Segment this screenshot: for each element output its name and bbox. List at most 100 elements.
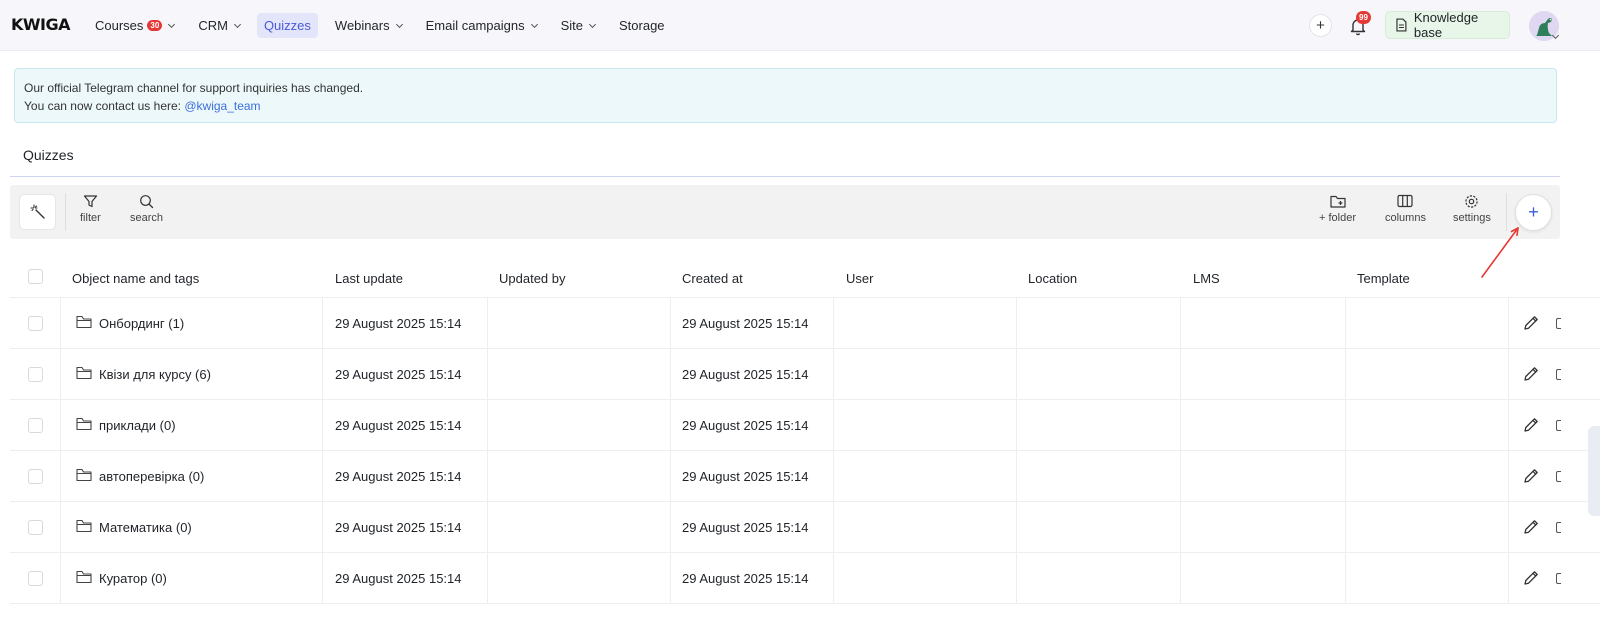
- cell-divider: [487, 298, 488, 349]
- knowledge-base-button[interactable]: Knowledge base: [1385, 10, 1510, 40]
- cell-divider: [1016, 502, 1017, 553]
- cell-divider: [1345, 349, 1346, 400]
- nav-crm[interactable]: CRM: [191, 13, 247, 38]
- column-header-last-update[interactable]: Last update: [335, 271, 403, 286]
- cell-divider: [487, 553, 488, 604]
- telegram-link[interactable]: @kwiga_team: [184, 99, 260, 113]
- column-header-created-at[interactable]: Created at: [682, 271, 743, 286]
- cell-divider: [1016, 451, 1017, 502]
- row-name[interactable]: Онбординг (1): [99, 316, 184, 331]
- edit-pencil-icon[interactable]: [1522, 467, 1540, 485]
- columns-button[interactable]: columns: [1385, 194, 1426, 224]
- chevron-down-icon: [395, 20, 403, 28]
- edit-pencil-icon[interactable]: [1522, 569, 1540, 587]
- nav-site[interactable]: Site: [554, 13, 602, 38]
- row-more-icon[interactable]: [1556, 369, 1561, 380]
- side-panel-handle[interactable]: [1588, 426, 1600, 516]
- edit-pencil-icon[interactable]: [1522, 365, 1540, 383]
- cell-divider: [1180, 400, 1181, 451]
- folder-icon: [76, 366, 92, 380]
- document-icon: [1396, 18, 1407, 32]
- row-checkbox[interactable]: [28, 367, 43, 382]
- cell-divider: [1508, 451, 1509, 502]
- row-checkbox[interactable]: [28, 418, 43, 433]
- cell-divider: [60, 349, 61, 400]
- edit-pencil-icon[interactable]: [1522, 518, 1540, 536]
- gear-icon: [1465, 195, 1479, 208]
- add-folder-button[interactable]: + folder: [1319, 194, 1356, 224]
- row-name[interactable]: Математика (0): [99, 520, 192, 535]
- kwiga-logo[interactable]: KWIGA: [11, 15, 71, 34]
- table-row[interactable]: автоперевірка (0) 29 August 2025 15:14 2…: [10, 451, 1600, 502]
- row-more-icon[interactable]: [1556, 420, 1561, 431]
- search-button[interactable]: search: [130, 194, 163, 224]
- cell-divider: [322, 349, 323, 400]
- row-checkbox[interactable]: [28, 316, 43, 331]
- filter-button[interactable]: filter: [80, 194, 101, 224]
- cell-divider: [1345, 298, 1346, 349]
- edit-pencil-icon[interactable]: [1522, 416, 1540, 434]
- cell-divider: [322, 553, 323, 604]
- row-more-icon[interactable]: [1556, 471, 1561, 482]
- row-more-icon[interactable]: [1556, 318, 1561, 329]
- column-header-user[interactable]: User: [846, 271, 873, 286]
- folder-plus-icon: [1329, 195, 1346, 208]
- column-header-template[interactable]: Template: [1357, 271, 1410, 286]
- edit-pencil-icon[interactable]: [1522, 314, 1540, 332]
- row-name[interactable]: Куратор (0): [99, 571, 167, 586]
- table-row[interactable]: Квізи для курсу (6) 29 August 2025 15:14…: [10, 349, 1600, 400]
- row-more-icon[interactable]: [1556, 573, 1561, 584]
- cell-divider: [1016, 298, 1017, 349]
- filter-label: filter: [80, 212, 101, 224]
- cell-divider: [670, 400, 671, 451]
- cell-divider: [1508, 298, 1509, 349]
- filter-icon: [83, 195, 97, 208]
- row-last-update: 29 August 2025 15:14: [335, 571, 462, 586]
- table-toolbar: filter search + folder columns settings: [10, 185, 1560, 239]
- row-created-at: 29 August 2025 15:14: [682, 367, 809, 382]
- cell-divider: [322, 451, 323, 502]
- cell-divider: [1508, 502, 1509, 553]
- cell-divider: [670, 502, 671, 553]
- chevron-down-icon: [168, 20, 176, 28]
- column-header-updated-by[interactable]: Updated by: [499, 271, 566, 286]
- row-last-update: 29 August 2025 15:14: [335, 469, 462, 484]
- table-row[interactable]: Математика (0) 29 August 2025 15:14 29 A…: [10, 502, 1600, 553]
- columns-label: columns: [1385, 212, 1426, 224]
- search-label: search: [130, 212, 164, 224]
- knowledge-base-label: Knowledge base: [1413, 10, 1479, 40]
- nav-storage-label: Storage: [619, 18, 665, 33]
- table-row[interactable]: приклади (0) 29 August 2025 15:14 29 Aug…: [10, 400, 1600, 451]
- row-checkbox[interactable]: [28, 571, 43, 586]
- row-checkbox[interactable]: [28, 469, 43, 484]
- cell-divider: [322, 400, 323, 451]
- row-checkbox[interactable]: [28, 520, 43, 535]
- nav-courses[interactable]: Courses 30: [88, 13, 181, 38]
- cell-divider: [1016, 349, 1017, 400]
- table-row[interactable]: Онбординг (1) 29 August 2025 15:14 29 Au…: [10, 298, 1600, 349]
- select-all-checkbox[interactable]: [28, 269, 43, 284]
- nav-email-campaigns-label: Email campaigns: [425, 18, 525, 33]
- row-name[interactable]: приклади (0): [99, 418, 176, 433]
- row-created-at: 29 August 2025 15:14: [682, 469, 809, 484]
- row-name[interactable]: Квізи для курсу (6): [99, 367, 211, 382]
- nav-email-campaigns[interactable]: Email campaigns: [419, 13, 544, 38]
- row-more-icon[interactable]: [1556, 522, 1561, 533]
- nav-quizzes[interactable]: Quizzes: [256, 13, 318, 38]
- row-last-update: 29 August 2025 15:14: [335, 520, 462, 535]
- notice-line-1: Our official Telegram channel for suppor…: [24, 81, 364, 95]
- settings-button[interactable]: settings: [1453, 194, 1491, 224]
- cell-divider: [1508, 349, 1509, 400]
- column-header-name[interactable]: Object name and tags: [72, 271, 199, 286]
- magic-wand-button[interactable]: [19, 194, 56, 230]
- nav-storage[interactable]: Storage: [612, 13, 672, 38]
- table-header: Object name and tags Last update Updated…: [10, 259, 1600, 298]
- column-header-location[interactable]: Location: [1028, 271, 1077, 286]
- row-name[interactable]: автоперевірка (0): [99, 469, 204, 484]
- column-header-lms[interactable]: LMS: [1193, 271, 1220, 286]
- nav-webinars[interactable]: Webinars: [328, 13, 409, 38]
- cell-divider: [670, 451, 671, 502]
- table-row[interactable]: Куратор (0) 29 August 2025 15:14 29 Augu…: [10, 553, 1600, 604]
- quick-add-button[interactable]: +: [1309, 14, 1332, 37]
- notice-line-2: You can now contact us here: @kwiga_team: [24, 97, 1547, 115]
